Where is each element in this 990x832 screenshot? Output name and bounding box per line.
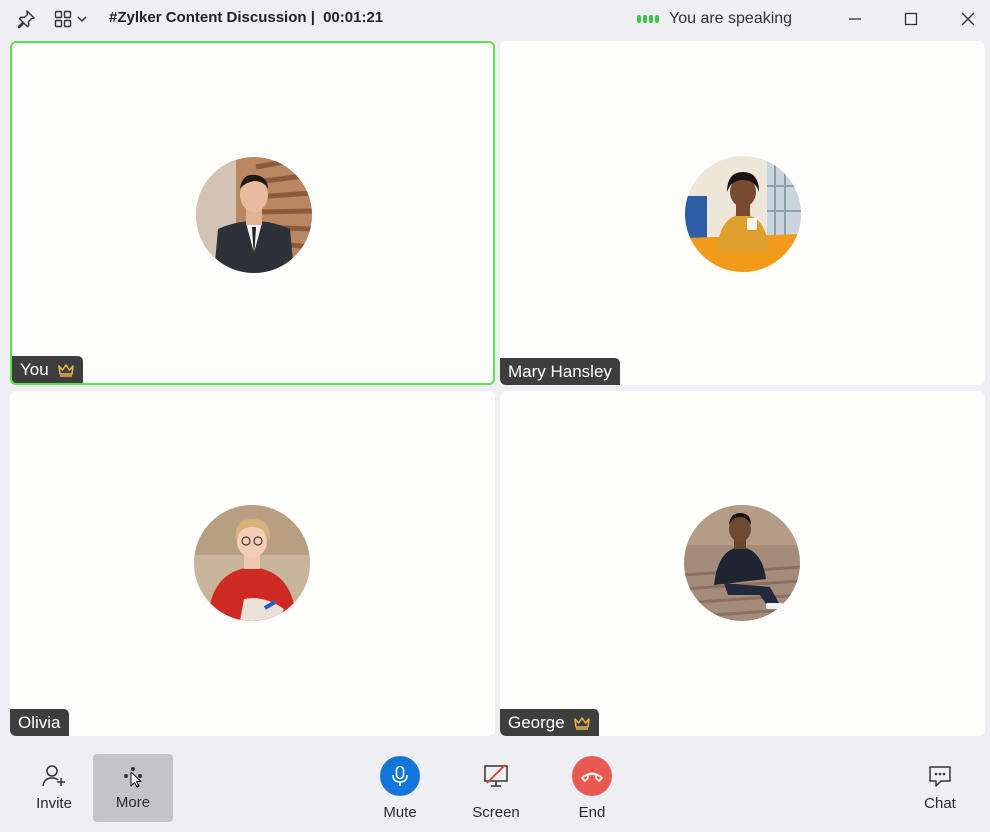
close-icon [961, 12, 975, 26]
meeting-title: #Zylker Content Discussion | 00:01:21 [109, 9, 383, 26]
chat-label: Chat [924, 795, 956, 812]
end-label: End [578, 804, 606, 821]
more-button[interactable]: More [93, 754, 173, 822]
participant-name-tag: George [500, 709, 599, 736]
participant-name: George [508, 712, 565, 732]
chat-button[interactable]: Chat [900, 755, 980, 823]
screen-circle[interactable] [476, 756, 516, 796]
audio-level-icon [637, 15, 659, 23]
crown-icon [573, 716, 591, 730]
participant-name: Olivia [18, 712, 61, 732]
screen-share-off-icon [484, 764, 508, 787]
invite-button[interactable]: Invite [14, 755, 94, 823]
participant-name-tag: Olivia [10, 709, 69, 736]
chevron-down-icon [77, 16, 87, 23]
crown-icon [57, 363, 75, 377]
meeting-timer: 00:01:21 [323, 9, 384, 26]
invite-label: Invite [36, 795, 72, 812]
participant-name: You [20, 359, 49, 379]
chat-icon [929, 766, 951, 787]
title-bar: #Zylker Content Discussion | 00:01:21 Yo… [0, 0, 990, 38]
close-button[interactable] [957, 8, 979, 30]
minimize-icon [849, 18, 861, 20]
screen-button[interactable]: Screen [466, 756, 526, 821]
mute-circle[interactable] [380, 756, 420, 796]
participant-name-tag: Mary Hansley [500, 358, 620, 385]
screen-label: Screen [472, 804, 520, 821]
layout-switcher[interactable] [54, 8, 92, 30]
participant-name-tag: You [12, 356, 83, 383]
maximize-button[interactable] [900, 8, 922, 30]
add-user-icon [42, 765, 65, 787]
participant-name: Mary Hansley [508, 361, 612, 381]
avatar [684, 505, 800, 621]
end-circle[interactable] [572, 756, 612, 796]
end-call-button[interactable]: End [562, 756, 622, 821]
participant-tile-george[interactable]: George [500, 391, 985, 736]
speaking-status: You are speaking [669, 10, 793, 27]
mute-button[interactable]: Mute [370, 756, 430, 821]
avatar [194, 505, 310, 621]
avatar [196, 157, 312, 273]
minimize-button[interactable] [844, 8, 866, 30]
avatar [685, 156, 801, 272]
meeting-title-text: #Zylker Content Discussion | [109, 9, 315, 26]
pin-icon[interactable] [15, 8, 37, 30]
maximize-icon [904, 12, 918, 26]
participant-tile-you[interactable]: You [10, 41, 495, 385]
more-dots-icon [124, 767, 142, 788]
participant-tile-olivia[interactable]: Olivia [10, 391, 495, 736]
more-label: More [115, 794, 151, 811]
mute-label: Mute [383, 804, 417, 821]
hang-up-icon [581, 772, 603, 782]
grid-layout-icon [54, 10, 72, 28]
participant-tile-mary-hansley[interactable]: Mary Hansley [500, 41, 985, 385]
microphone-icon [392, 765, 408, 786]
speaking-indicator: You are speaking [637, 10, 792, 28]
